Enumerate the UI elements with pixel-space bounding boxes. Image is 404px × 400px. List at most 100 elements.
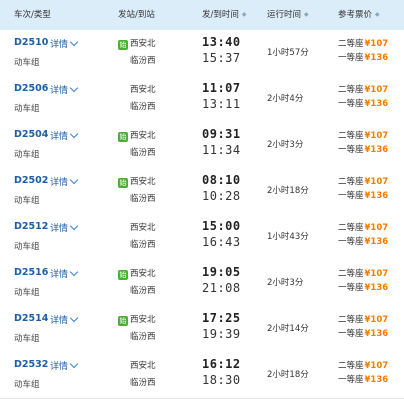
first-class-price: 一等座¥136 (338, 235, 388, 247)
table-row[interactable]: D2514 详情 动车组 始西安北 临汾西 17:25 19:39 2小时14分… (0, 306, 404, 353)
arrival-station: 临汾西 (118, 54, 156, 66)
second-class-price: 二等座¥107 (338, 313, 388, 325)
departure-time: 16:12 (202, 357, 241, 371)
arrival-station-name: 临汾西 (130, 56, 156, 66)
arrival-station: 临汾西 (118, 238, 156, 250)
header-times[interactable]: 发/到时间 ◆ (202, 0, 247, 30)
second-class-price: 二等座¥107 (338, 37, 388, 49)
detail-link[interactable]: 详情 (50, 83, 79, 96)
start-station-badge: 始 (118, 40, 128, 50)
train-number[interactable]: D2512 (14, 221, 48, 232)
arrival-station-name: 临汾西 (130, 332, 156, 342)
table-row[interactable]: D2504 详情 动车组 始西安北 临汾西 09:31 11:34 2小时3分 … (0, 122, 404, 169)
chevron-down-icon (69, 37, 79, 47)
header-train-type[interactable]: 车次/类型 (14, 0, 51, 30)
header-train-type-label: 车次/类型 (14, 10, 51, 20)
header-duration[interactable]: 运行时间 ◆ (267, 0, 309, 30)
start-station-badge: 始 (118, 270, 128, 280)
arrival-time: 16:43 (202, 235, 241, 249)
duration: 2小时18分 (267, 370, 309, 380)
second-class-price: 二等座¥107 (338, 129, 388, 141)
table-header: 车次/类型 发站/到站 发/到时间 ◆ 运行时间 ◆ 参考票价 ◆ (0, 0, 404, 31)
start-station-badge: 始 (118, 178, 128, 188)
price-value: ¥107 (364, 131, 389, 141)
arrival-station-name: 临汾西 (130, 240, 156, 250)
arrival-time: 15:37 (202, 51, 241, 65)
departure-time: 09:31 (202, 127, 241, 141)
seat-label: 二等座 (338, 131, 364, 141)
seat-label: 一等座 (338, 145, 364, 155)
detail-link[interactable]: 详情 (50, 221, 79, 234)
departure-station-name: 西安北 (130, 269, 156, 279)
departure-station-name: 西安北 (130, 315, 156, 325)
detail-link[interactable]: 详情 (50, 267, 79, 280)
price-value: ¥136 (364, 283, 389, 293)
seat-label: 二等座 (338, 177, 364, 187)
table-row[interactable]: D2506 详情 动车组 西安北 临汾西 11:07 13:11 2小时4分 二… (0, 76, 404, 123)
price-value: ¥136 (364, 237, 389, 247)
duration: 2小时3分 (267, 278, 304, 288)
header-times-label: 发/到时间 (202, 10, 239, 20)
arrival-time: 11:34 (202, 143, 241, 157)
seat-label: 二等座 (338, 315, 364, 325)
detail-label: 详情 (50, 86, 69, 96)
departure-station: 始西安北 (118, 267, 156, 280)
seat-label: 二等座 (338, 223, 364, 233)
train-number[interactable]: D2514 (14, 313, 48, 324)
detail-link[interactable]: 详情 (50, 37, 79, 50)
duration: 2小时4分 (267, 94, 304, 104)
train-number[interactable]: D2532 (14, 359, 48, 370)
price-value: ¥136 (364, 99, 389, 109)
sort-icon: ◆ (375, 11, 380, 18)
detail-link[interactable]: 详情 (50, 175, 79, 188)
train-type: 动车组 (14, 58, 40, 68)
departure-station-name: 西安北 (130, 131, 156, 141)
header-price[interactable]: 参考票价 ◆ (338, 0, 380, 30)
detail-label: 详情 (50, 224, 69, 234)
detail-link[interactable]: 详情 (50, 129, 79, 142)
train-number[interactable]: D2506 (14, 83, 48, 94)
sort-icon: ◆ (241, 11, 247, 18)
seat-label: 一等座 (338, 99, 364, 109)
seat-label: 二等座 (338, 361, 364, 371)
sort-icon: ◆ (304, 11, 309, 18)
train-results-table: 车次/类型 发站/到站 发/到时间 ◆ 运行时间 ◆ 参考票价 ◆ D2510 详情 … (0, 0, 404, 400)
train-number[interactable]: D2510 (14, 37, 48, 48)
train-number[interactable]: D2504 (14, 129, 48, 140)
departure-time: 13:40 (202, 35, 241, 49)
table-row[interactable]: D2502 详情 动车组 始西安北 临汾西 08:10 10:28 2小时18分… (0, 168, 404, 215)
arrival-station-name: 临汾西 (130, 148, 156, 158)
detail-link[interactable]: 详情 (50, 313, 79, 326)
duration: 1小时43分 (267, 232, 309, 242)
train-number[interactable]: D2516 (14, 267, 48, 278)
price-value: ¥107 (364, 85, 389, 95)
arrival-time: 19:39 (202, 327, 241, 341)
price-value: ¥136 (364, 145, 389, 155)
price-value: ¥107 (364, 315, 389, 325)
seat-label: 二等座 (338, 269, 364, 279)
train-number[interactable]: D2502 (14, 175, 48, 186)
departure-time: 15:00 (202, 219, 241, 233)
detail-label: 详情 (50, 362, 69, 372)
departure-station: 始西安北 (118, 313, 156, 326)
header-stations[interactable]: 发站/到站 (118, 0, 155, 30)
table-row[interactable]: D2516 详情 动车组 始西安北 临汾西 19:05 21:08 2小时3分 … (0, 260, 404, 307)
table-row[interactable]: D2510 详情 动车组 始西安北 临汾西 13:40 15:37 1小时57分… (0, 30, 404, 77)
detail-link[interactable]: 详情 (50, 359, 79, 372)
train-type: 动车组 (14, 196, 40, 206)
table-row[interactable]: D2512 详情 动车组 西安北 临汾西 15:00 16:43 1小时43分 … (0, 214, 404, 261)
chevron-down-icon (69, 267, 79, 277)
seat-label: 一等座 (338, 191, 364, 201)
first-class-price: 一等座¥136 (338, 51, 388, 63)
train-type: 动车组 (14, 380, 40, 390)
seat-label: 一等座 (338, 237, 364, 247)
detail-label: 详情 (50, 178, 69, 188)
departure-station-name: 西安北 (130, 223, 156, 233)
table-row[interactable]: D2532 详情 动车组 西安北 临汾西 16:12 18:30 2小时18分 … (0, 352, 404, 399)
arrival-station-name: 临汾西 (130, 378, 156, 388)
arrival-station-name: 临汾西 (130, 102, 156, 112)
arrival-station: 临汾西 (118, 330, 156, 342)
departure-station: 西安北 (118, 359, 156, 371)
train-type: 动车组 (14, 242, 40, 252)
first-class-price: 一等座¥136 (338, 281, 388, 293)
